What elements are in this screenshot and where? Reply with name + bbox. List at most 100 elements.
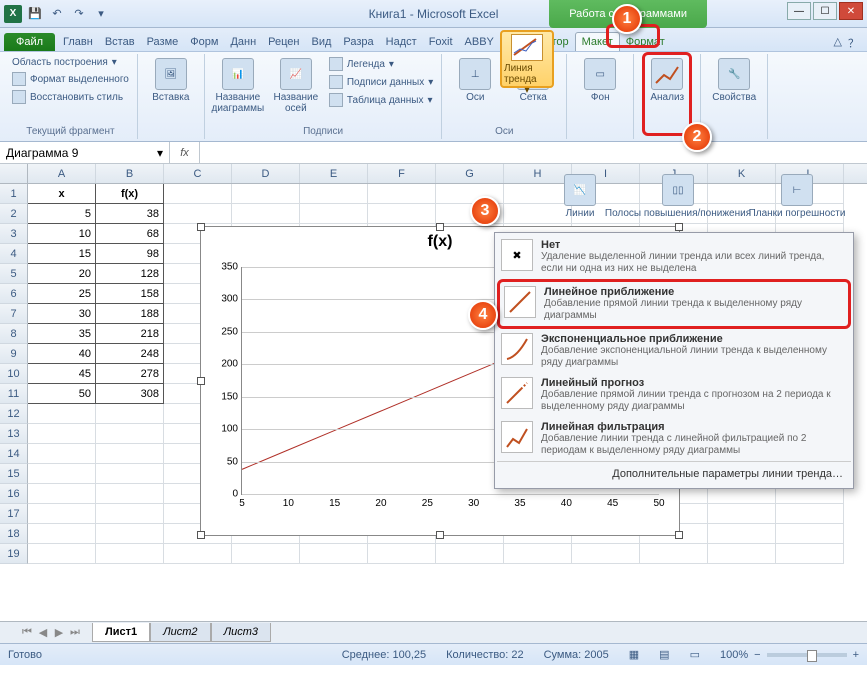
- menu-item-none[interactable]: ✖ НетУдаление выделенной линии тренда ил…: [497, 235, 851, 279]
- close-button[interactable]: ✕: [839, 2, 863, 20]
- col-header[interactable]: A: [28, 164, 96, 183]
- row-header[interactable]: 5: [0, 264, 28, 284]
- legend-button[interactable]: Легенда ▾: [327, 56, 435, 72]
- col-header[interactable]: C: [164, 164, 232, 183]
- cell[interactable]: 218: [96, 324, 164, 344]
- row-header[interactable]: 13: [0, 424, 28, 444]
- tab-pagelayout[interactable]: Разме: [141, 33, 185, 51]
- cell[interactable]: 38: [96, 204, 164, 224]
- cell[interactable]: [96, 424, 164, 444]
- col-header[interactable]: G: [436, 164, 504, 183]
- col-header[interactable]: B: [96, 164, 164, 183]
- zoom-out-icon[interactable]: −: [754, 649, 760, 661]
- minimize-button[interactable]: —: [787, 2, 811, 20]
- row-header[interactable]: 12: [0, 404, 28, 424]
- prev-sheet-icon[interactable]: ◀: [36, 626, 50, 639]
- cell[interactable]: [708, 504, 776, 524]
- fx-icon[interactable]: fx: [170, 142, 200, 163]
- tab-data[interactable]: Данн: [224, 33, 262, 51]
- zoom-in-icon[interactable]: +: [853, 649, 859, 661]
- row-header[interactable]: 3: [0, 224, 28, 244]
- cell[interactable]: [776, 524, 844, 544]
- cell[interactable]: [368, 184, 436, 204]
- chart-title-button[interactable]: 📊Название диаграммы: [211, 56, 265, 116]
- tab-home[interactable]: Главн: [57, 33, 99, 51]
- cell[interactable]: [28, 424, 96, 444]
- cell[interactable]: [164, 204, 232, 224]
- row-header[interactable]: 11: [0, 384, 28, 404]
- cell[interactable]: [436, 544, 504, 564]
- cell[interactable]: [96, 544, 164, 564]
- cell[interactable]: x: [28, 184, 96, 204]
- tab-abby[interactable]: ABBY: [459, 33, 500, 51]
- sheet-tab-1[interactable]: Лист1: [92, 623, 150, 642]
- cell[interactable]: [776, 544, 844, 564]
- undo-icon[interactable]: ↶: [48, 5, 66, 23]
- tab-foxit[interactable]: Foxit: [423, 33, 459, 51]
- cell[interactable]: [232, 184, 300, 204]
- cell[interactable]: 35: [28, 324, 96, 344]
- row-header[interactable]: 14: [0, 444, 28, 464]
- tab-formulas[interactable]: Форм: [184, 33, 224, 51]
- analysis-button[interactable]: Анализ: [640, 56, 694, 105]
- cell[interactable]: [28, 404, 96, 424]
- insert-button[interactable]: 🖼Вставка: [144, 56, 198, 105]
- cell[interactable]: [28, 484, 96, 504]
- row-header[interactable]: 17: [0, 504, 28, 524]
- tab-insert[interactable]: Встав: [99, 33, 141, 51]
- menu-item-more-options[interactable]: Дополнительные параметры линии тренда…: [497, 461, 851, 486]
- chevron-down-icon[interactable]: ▾: [157, 146, 163, 160]
- zoom-slider[interactable]: [767, 653, 847, 657]
- row-header[interactable]: 15: [0, 464, 28, 484]
- properties-button[interactable]: 🔧Свойства: [707, 56, 761, 105]
- cell[interactable]: 128: [96, 264, 164, 284]
- menu-item-forecast[interactable]: Линейный прогнозДобавление прямой линии …: [497, 373, 851, 417]
- cell[interactable]: [368, 204, 436, 224]
- save-icon[interactable]: 💾: [26, 5, 44, 23]
- cell[interactable]: [28, 464, 96, 484]
- cell[interactable]: 188: [96, 304, 164, 324]
- cell[interactable]: f(x): [96, 184, 164, 204]
- cell[interactable]: 20: [28, 264, 96, 284]
- cell[interactable]: 30: [28, 304, 96, 324]
- cell[interactable]: [96, 484, 164, 504]
- redo-icon[interactable]: ↷: [70, 5, 88, 23]
- maximize-button[interactable]: ☐: [813, 2, 837, 20]
- cell[interactable]: [708, 544, 776, 564]
- file-tab[interactable]: Файл: [4, 33, 55, 51]
- row-header[interactable]: 6: [0, 284, 28, 304]
- error-bars-button[interactable]: ⊢Планки погрешности: [752, 172, 842, 230]
- minimize-ribbon-icon[interactable]: △: [834, 35, 842, 51]
- reset-style-button[interactable]: Восстановить стиль: [10, 89, 131, 105]
- col-header[interactable]: F: [368, 164, 436, 183]
- cell[interactable]: [28, 504, 96, 524]
- cell[interactable]: [776, 504, 844, 524]
- cell[interactable]: [96, 504, 164, 524]
- cell[interactable]: [96, 444, 164, 464]
- cell[interactable]: 50: [28, 384, 96, 404]
- tab-review[interactable]: Рецен: [262, 33, 305, 51]
- cell[interactable]: 308: [96, 384, 164, 404]
- data-labels-button[interactable]: Подписи данных ▾: [327, 74, 435, 90]
- col-header[interactable]: E: [300, 164, 368, 183]
- zoom-control[interactable]: 100% − +: [720, 649, 859, 661]
- select-all-corner[interactable]: [0, 164, 28, 183]
- row-header[interactable]: 19: [0, 544, 28, 564]
- cell[interactable]: [164, 184, 232, 204]
- cell[interactable]: [504, 544, 572, 564]
- cell[interactable]: 248: [96, 344, 164, 364]
- tab-view[interactable]: Вид: [306, 33, 338, 51]
- cell[interactable]: [232, 204, 300, 224]
- row-header[interactable]: 2: [0, 204, 28, 224]
- cell[interactable]: [164, 544, 232, 564]
- view-break-icon[interactable]: ▭: [690, 648, 700, 661]
- cell[interactable]: 10: [28, 224, 96, 244]
- view-page-icon[interactable]: ▤: [659, 648, 669, 661]
- formula-input[interactable]: [200, 142, 867, 163]
- cell[interactable]: [368, 544, 436, 564]
- cell[interactable]: [300, 544, 368, 564]
- row-header[interactable]: 1: [0, 184, 28, 204]
- qat-dropdown-icon[interactable]: ▾: [92, 5, 110, 23]
- cell[interactable]: 98: [96, 244, 164, 264]
- menu-item-moving-average[interactable]: Линейная фильтрацияДобавление линии трен…: [497, 417, 851, 461]
